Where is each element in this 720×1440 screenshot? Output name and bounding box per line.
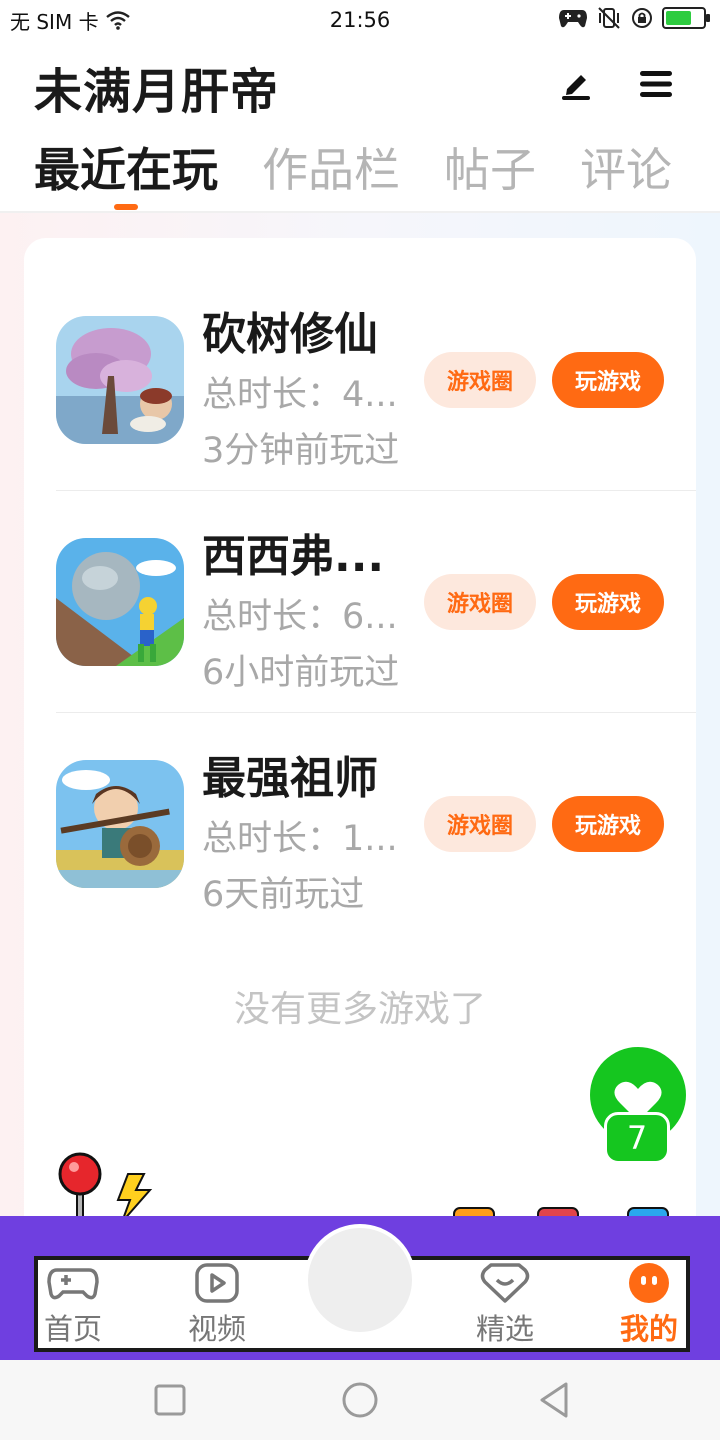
- tab-works[interactable]: 作品栏: [262, 130, 400, 210]
- game-name: 砍树修仙: [202, 309, 378, 360]
- rotation-lock-icon: [632, 8, 652, 28]
- page-title: 未满月肝帝: [34, 64, 280, 120]
- tab-bar: 最近在玩 作品栏 帖子 评论: [0, 130, 720, 212]
- game-name: 西西弗...: [202, 531, 385, 582]
- tab-recently-played[interactable]: 最近在玩: [34, 130, 218, 210]
- gamepad-icon: [47, 1268, 99, 1300]
- play-game-button[interactable]: 玩游戏: [552, 352, 664, 408]
- nav-center-button[interactable]: [304, 1224, 416, 1336]
- play-game-button[interactable]: 玩游戏: [552, 574, 664, 630]
- game-circle-button[interactable]: 游戏圈: [424, 574, 536, 630]
- system-nav-bar: [0, 1360, 720, 1440]
- game-icon-sisyphus[interactable]: [56, 538, 184, 666]
- game-icon-kanshu[interactable]: [56, 316, 184, 444]
- game-controller-icon: [559, 10, 587, 28]
- battery-level: [666, 11, 692, 25]
- profile-face-icon: [629, 1263, 669, 1303]
- game-duration: 总时长：1...: [202, 819, 398, 859]
- video-icon: [195, 1263, 239, 1303]
- tab-posts[interactable]: 帖子: [444, 130, 536, 210]
- game-last-played: 6天前玩过: [202, 875, 365, 915]
- bottom-nav: 首页 视频 精选 我的: [0, 1152, 720, 1360]
- game-name: 最强祖师: [202, 753, 378, 804]
- nav-featured-label: 精选: [475, 1312, 534, 1346]
- nav-home-label: 首页: [43, 1312, 102, 1346]
- home-circle-icon[interactable]: [340, 1380, 380, 1420]
- game-icon-zushi[interactable]: [56, 760, 184, 888]
- nav-video[interactable]: 视频: [172, 1262, 262, 1352]
- play-game-button[interactable]: 玩游戏: [552, 796, 664, 852]
- no-more-games-text: 没有更多游戏了: [233, 989, 486, 1030]
- nav-home[interactable]: 首页: [28, 1262, 118, 1352]
- nav-featured[interactable]: 精选: [460, 1262, 550, 1352]
- battery-icon: [662, 7, 710, 29]
- recent-apps-icon[interactable]: [150, 1380, 190, 1420]
- like-count: 7: [604, 1112, 670, 1164]
- vibrate-off-icon: [598, 7, 620, 29]
- game-row[interactable]: 砍树修仙 总时长：4... 3分钟前玩过 游戏圈 玩游戏: [24, 238, 696, 471]
- pen-icon[interactable]: [554, 62, 598, 106]
- nav-profile[interactable]: 我的: [604, 1262, 694, 1352]
- status-right: [558, 6, 710, 30]
- game-circle-button[interactable]: 游戏圈: [424, 352, 536, 408]
- status-bar: 无 SIM 卡 21:56: [0, 0, 720, 40]
- game-row[interactable]: 西西弗... 总时长：6... 6小时前玩过 游戏圈 玩游戏: [24, 460, 696, 693]
- game-duration: 总时长：6...: [202, 597, 398, 637]
- tab-comments[interactable]: 评论: [580, 130, 672, 210]
- heart-chat-icon: [480, 1263, 530, 1303]
- nav-video-label: 视频: [187, 1312, 246, 1346]
- game-circle-button[interactable]: 游戏圈: [424, 796, 536, 852]
- game-duration: 总时长：4...: [202, 375, 398, 415]
- nav-profile-label: 我的: [619, 1312, 678, 1346]
- back-triangle-icon[interactable]: [534, 1380, 574, 1420]
- header: 未满月肝帝: [0, 40, 720, 130]
- game-row[interactable]: 最强祖师 总时长：1... 6天前玩过 游戏圈 玩游戏: [24, 682, 696, 915]
- hamburger-icon[interactable]: [634, 62, 678, 106]
